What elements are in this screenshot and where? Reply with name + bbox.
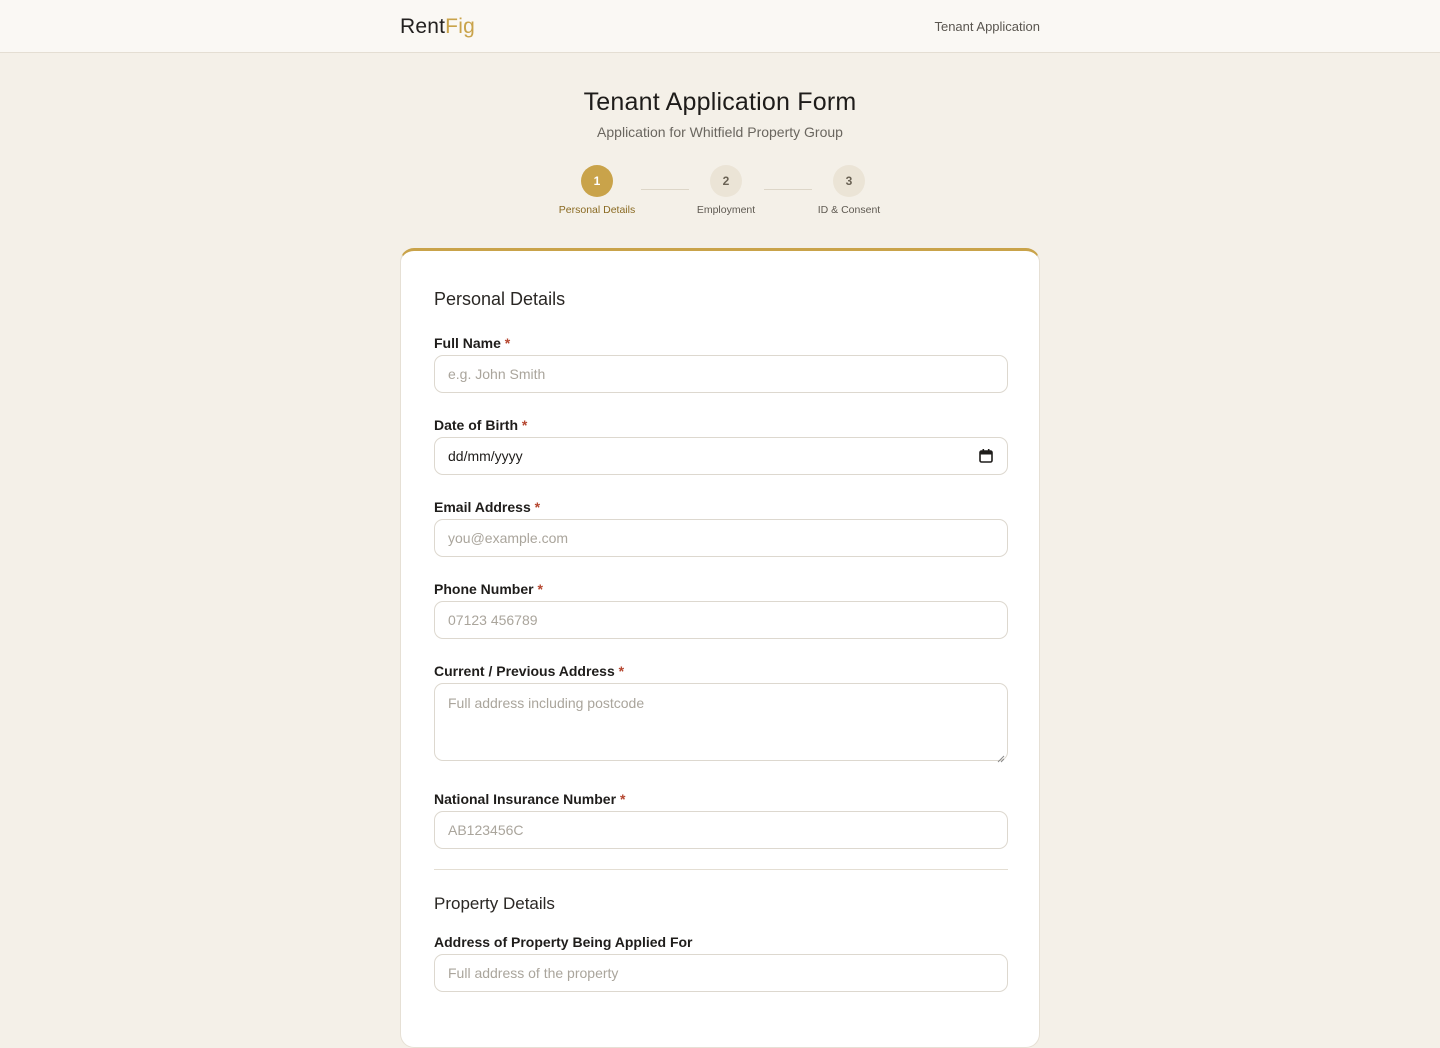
- address-label: Current / Previous Address *: [434, 663, 625, 679]
- dob-input[interactable]: dd/mm/yyyy: [434, 437, 1008, 475]
- section-title-personal: Personal Details: [434, 289, 566, 309]
- section-title-property: Property Details: [434, 894, 555, 913]
- page-title: Tenant Application Form: [583, 88, 857, 116]
- phone-label: Phone Number *: [434, 581, 543, 597]
- brand-name-main: Rent: [400, 15, 446, 38]
- step-label: Personal Details: [558, 204, 636, 216]
- brand-logo[interactable]: RentFig: [400, 15, 475, 39]
- phone-placeholder: 07123 456789: [448, 612, 538, 628]
- address-placeholder: Full address including postcode: [448, 695, 645, 711]
- full-name-label: Full Name *: [434, 335, 511, 351]
- progress-stepper: 1 Personal Details 2 Employment 3 ID & C…: [0, 165, 1440, 225]
- full-name-placeholder: e.g. John Smith: [448, 366, 546, 382]
- property-address-label: Address of Property Being Applied For: [434, 934, 693, 950]
- full-name-input[interactable]: e.g. John Smith: [434, 355, 1008, 393]
- ni-number-label: National Insurance Number *: [434, 791, 626, 807]
- application-form-card: Personal Details Full Name * e.g. John S…: [400, 248, 1040, 1048]
- ni-number-placeholder: AB123456C: [448, 822, 524, 838]
- step-personal-details[interactable]: 1 Personal Details: [537, 165, 657, 216]
- required-marker: *: [618, 663, 625, 679]
- required-marker: *: [619, 791, 626, 807]
- nav-tenant-application[interactable]: Tenant Application: [934, 19, 1040, 34]
- dob-label: Date of Birth *: [434, 417, 528, 433]
- required-marker: *: [521, 417, 528, 433]
- step-number: 1: [581, 165, 613, 197]
- dob-value: dd/mm/yyyy: [448, 448, 523, 464]
- property-address-input[interactable]: Full address of the property: [434, 954, 1008, 992]
- step-label: ID & Consent: [817, 204, 881, 216]
- required-marker: *: [504, 335, 511, 351]
- property-address-placeholder: Full address of the property: [448, 965, 619, 981]
- phone-input[interactable]: 07123 456789: [434, 601, 1008, 639]
- step-id-consent[interactable]: 3 ID & Consent: [789, 165, 909, 216]
- email-placeholder: you@example.com: [448, 530, 569, 546]
- required-marker: *: [537, 581, 543, 597]
- address-textarea[interactable]: Full address including postcode: [434, 683, 1008, 763]
- step-number: 3: [833, 165, 865, 197]
- step-number: 2: [710, 165, 742, 197]
- page-subtitle: Application for Whitfield Property Group: [597, 124, 843, 140]
- required-marker: *: [534, 499, 541, 515]
- step-employment[interactable]: 2 Employment: [666, 165, 786, 216]
- resize-grip-icon[interactable]: [997, 750, 1005, 763]
- email-input[interactable]: you@example.com: [434, 519, 1008, 557]
- top-bar: RentFig Tenant Application: [0, 0, 1440, 53]
- ni-number-input[interactable]: AB123456C: [434, 811, 1008, 849]
- section-divider: [434, 869, 1008, 870]
- brand-name-accent: Fig: [445, 15, 475, 38]
- step-label: Employment: [696, 204, 756, 216]
- email-label: Email Address *: [434, 499, 541, 515]
- calendar-icon[interactable]: [978, 448, 994, 464]
